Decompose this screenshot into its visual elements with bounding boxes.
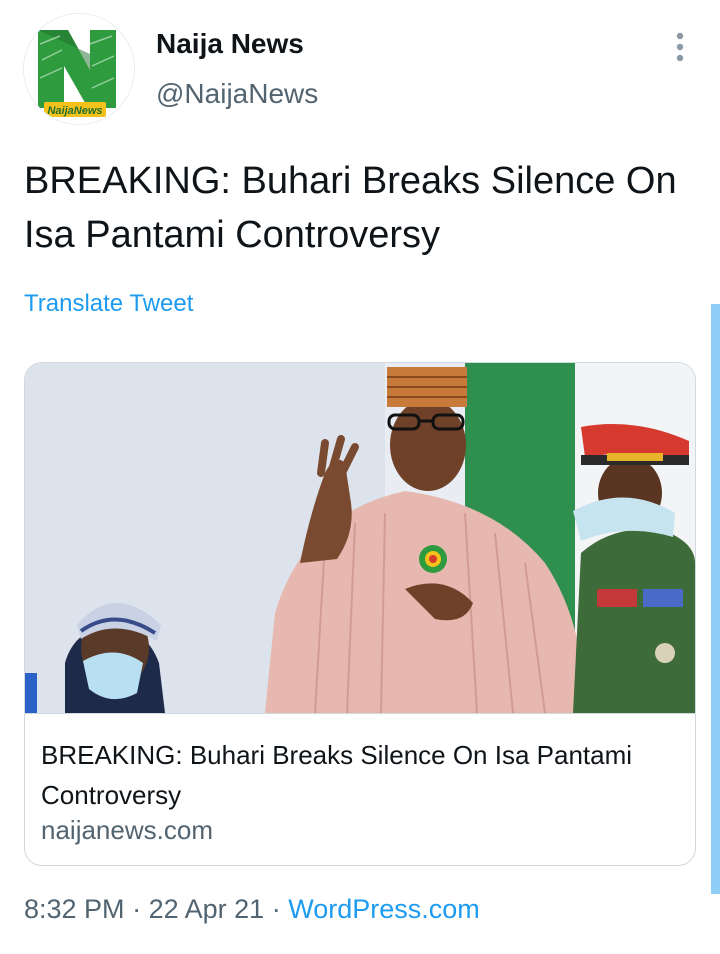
- tweet-time: 8:32 PM: [24, 894, 125, 924]
- tweet-detail: NaijaNews Naija News @NaijaNews BREAKING…: [0, 0, 720, 954]
- tweet-text: BREAKING: Buhari Breaks Silence On Isa P…: [24, 160, 677, 256]
- tweet-source-link[interactable]: WordPress.com: [288, 894, 480, 924]
- link-preview-card[interactable]: BREAKING: Buhari Breaks Silence On Isa P…: [24, 362, 696, 866]
- card-domain: naijanews.com: [41, 815, 213, 845]
- translate-tweet-link[interactable]: Translate Tweet: [24, 290, 193, 318]
- meta-separator: ·: [271, 894, 281, 924]
- meta-separator: ·: [132, 894, 142, 924]
- naija-news-logo: NaijaNews: [24, 14, 134, 124]
- card-title: BREAKING: Buhari Breaks Silence On Isa P…: [41, 740, 633, 810]
- scrollbar[interactable]: [711, 304, 720, 894]
- tweet-date: 22 Apr 21: [148, 894, 265, 924]
- author-handle[interactable]: @NaijaNews: [156, 78, 318, 110]
- tweet-meta: 8:32 PM · 22 Apr 21 · WordPress.com: [24, 894, 480, 925]
- more-vertical-icon[interactable]: [664, 28, 696, 66]
- card-image: [25, 363, 695, 714]
- svg-text:NaijaNews: NaijaNews: [47, 105, 102, 117]
- author-avatar[interactable]: NaijaNews: [24, 14, 134, 124]
- author-display-name[interactable]: Naija News: [156, 28, 304, 60]
